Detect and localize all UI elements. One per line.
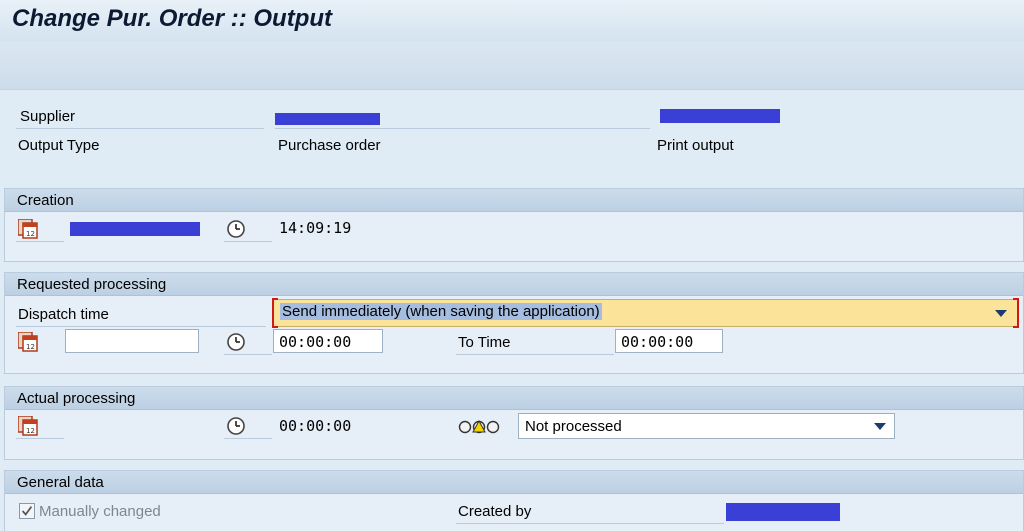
transmission-medium-value: Print output <box>657 137 734 154</box>
output-type-value: Purchase order <box>278 137 381 154</box>
calendar-icon: 12 <box>18 219 38 239</box>
creation-time: 14:09:19 <box>279 219 352 237</box>
created-by-label: Created by <box>458 503 532 520</box>
general-data-title: General data <box>5 471 1023 494</box>
to-time-value: 00:00:00 <box>621 333 694 351</box>
actual-processing-title: Actual processing <box>5 387 1023 410</box>
clock-icon <box>227 333 245 351</box>
page-title: Change Pur. Order :: Output <box>12 5 333 32</box>
checkmark-icon <box>21 506 33 516</box>
supplier-name-redacted <box>660 109 780 123</box>
divider <box>224 354 272 355</box>
divider <box>456 354 614 355</box>
dispatch-date-input[interactable] <box>65 329 199 353</box>
svg-text:12: 12 <box>26 230 35 238</box>
divider <box>224 438 272 439</box>
traffic-light-yellow-icon <box>458 419 500 434</box>
manually-changed-label: Manually changed <box>39 503 161 520</box>
creation-panel-title: Creation <box>5 189 1023 212</box>
title-bar: Change Pur. Order :: Output <box>0 0 1024 42</box>
actual-processing-time: 00:00:00 <box>279 417 352 435</box>
divider <box>16 241 64 242</box>
dispatch-time-value: Send immediately (when saving the applic… <box>280 303 602 320</box>
processing-status-dropdown[interactable]: Not processed <box>518 413 895 439</box>
dispatch-time-input-value: 00:00:00 <box>279 333 352 351</box>
clock-icon <box>227 417 245 435</box>
divider <box>224 241 272 242</box>
supplier-value-redacted <box>275 113 380 125</box>
to-time-input[interactable]: 00:00:00 <box>615 329 723 353</box>
output-type-label: Output Type <box>18 137 100 154</box>
requested-processing-title: Requested processing <box>5 273 1023 296</box>
clock-icon <box>227 220 245 238</box>
divider <box>275 128 650 129</box>
dispatch-time-dropdown[interactable]: Send immediately (when saving the applic… <box>272 298 1019 328</box>
svg-text:12: 12 <box>26 343 35 351</box>
divider <box>16 326 266 327</box>
calendar-icon: 12 <box>18 332 38 352</box>
dispatch-time-label: Dispatch time <box>18 306 109 323</box>
creation-date-redacted <box>70 222 200 236</box>
general-data-panel: General data <box>4 470 1024 531</box>
focus-bracket-right <box>1013 298 1019 328</box>
created-by-redacted <box>726 503 840 521</box>
to-time-label: To Time <box>458 334 511 351</box>
manually-changed-checkbox[interactable] <box>19 503 35 519</box>
focus-bracket-left <box>272 298 278 328</box>
chevron-down-icon[interactable] <box>995 310 1007 317</box>
divider <box>456 523 724 524</box>
calendar-icon: 12 <box>18 416 38 436</box>
divider <box>16 128 264 129</box>
svg-text:12: 12 <box>26 427 35 435</box>
chevron-down-icon[interactable] <box>874 423 886 430</box>
toolbar <box>0 42 1024 90</box>
supplier-label: Supplier <box>20 108 76 125</box>
dispatch-time-input[interactable]: 00:00:00 <box>273 329 383 353</box>
processing-status-value: Not processed <box>525 418 622 435</box>
divider <box>16 438 64 439</box>
